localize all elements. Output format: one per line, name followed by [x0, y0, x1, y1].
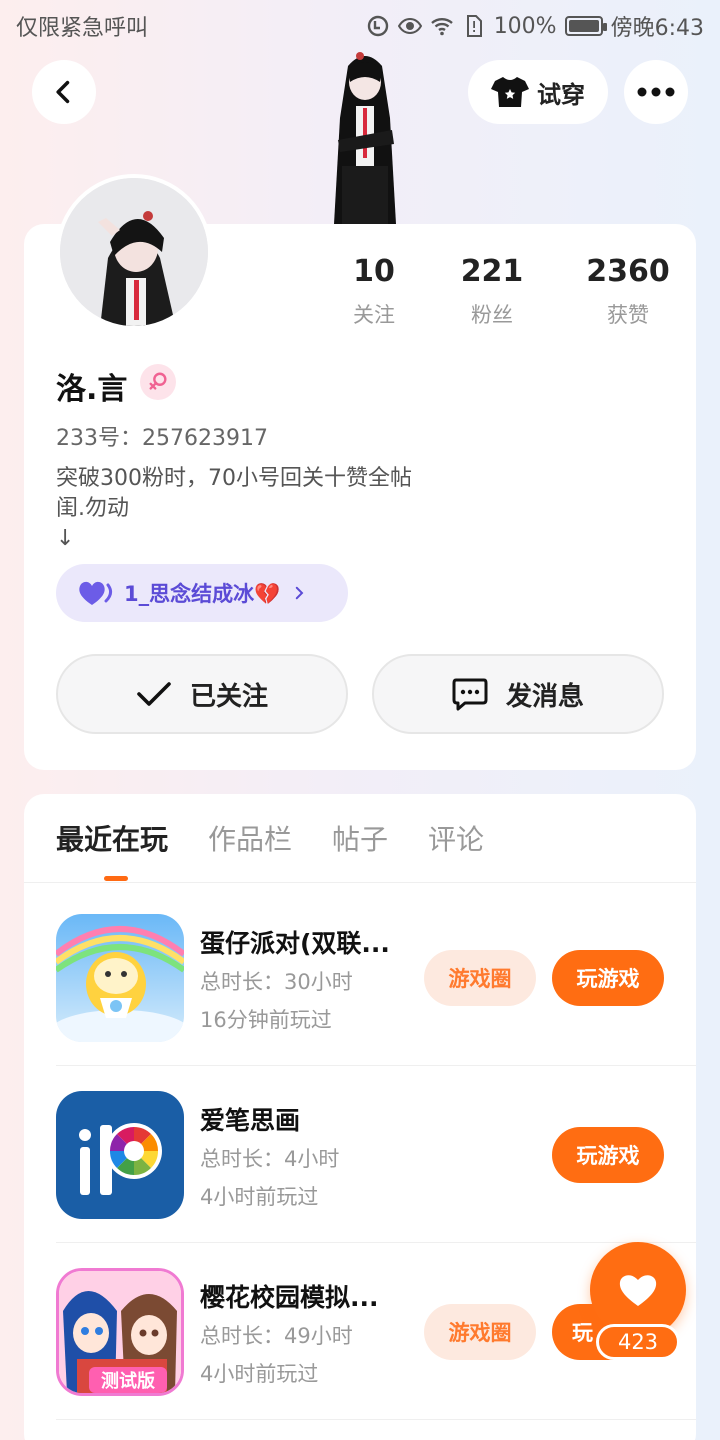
tab-comments[interactable]: 评论 [428, 818, 484, 858]
game-name: 樱花校园模拟... [200, 1283, 379, 1312]
active-tab-indicator [104, 876, 128, 881]
stat-followers[interactable]: 221 粉丝 [424, 254, 560, 329]
wifi-icon [430, 18, 453, 36]
stat-value: 221 [460, 254, 524, 289]
try-on-button[interactable]: 试穿 [468, 60, 608, 124]
avatar-figure [334, 52, 396, 224]
sim-alert-icon [466, 15, 482, 37]
status-icons: 100% 傍晚6:43 [366, 10, 704, 42]
row-divider [56, 1242, 696, 1243]
user-bio: 突破300粉时，70小号回关十赞全帖 闺.勿动 ↓ [56, 466, 412, 551]
game-row[interactable]: 蛋仔派对(双联... 总时长：30小时 16分钟前玩过 游戏圈 玩游戏 [56, 890, 696, 1066]
stat-label: 粉丝 [471, 303, 513, 327]
game-last-played: 4小时前玩过 [200, 1362, 319, 1386]
row-divider [56, 1419, 696, 1420]
username: 洛.言 [56, 372, 128, 407]
heart-icon [619, 1275, 657, 1306]
game-duration: 总时长：49小时 [200, 1324, 353, 1348]
profile-stats: 10 关注 221 粉丝 2360 获赞 [324, 254, 696, 329]
stat-label: 关注 [353, 303, 395, 327]
stat-label: 获赞 [607, 303, 649, 327]
profile-tabs: 最近在玩 作品栏 帖子 评论 [56, 818, 484, 858]
tab-posts[interactable]: 帖子 [332, 818, 388, 858]
row-divider [56, 1065, 696, 1066]
profile-tag-chip[interactable]: 1_思念结成冰💔 [56, 564, 348, 622]
eye-icon [397, 17, 422, 35]
game-last-played: 16分钟前玩过 [200, 1008, 332, 1032]
game-row[interactable]: 爱笔思画 总时长：4小时 4小时前玩过 玩游戏 [56, 1067, 696, 1243]
message-button[interactable]: 发消息 [372, 654, 664, 734]
follow-button[interactable]: 已关注 [56, 654, 348, 734]
tabs-divider [24, 882, 696, 883]
battery-icon [564, 16, 607, 36]
status-bar: 仅限紧急呼叫 100% 傍晚6:43 [0, 0, 720, 50]
tab-works[interactable]: 作品栏 [208, 818, 292, 858]
purple-heart-icon [79, 581, 113, 605]
play-game-button[interactable]: 玩游戏 [552, 950, 664, 1006]
game-icon-ibis-paint [56, 1091, 184, 1219]
tshirt-icon [491, 77, 529, 107]
stat-following[interactable]: 10 关注 [324, 254, 424, 329]
try-on-label: 试穿 [537, 80, 585, 109]
more-button[interactable] [624, 60, 688, 124]
play-game-button[interactable]: 玩游戏 [552, 1127, 664, 1183]
avatar-image [60, 178, 208, 326]
stat-value: 10 [353, 254, 395, 289]
game-last-played: 4小时前玩过 [200, 1185, 319, 1209]
check-icon [137, 682, 171, 706]
chevron-left-icon [56, 80, 70, 104]
stat-value: 2360 [586, 254, 670, 289]
game-icon-sakura-school: 测试版 [56, 1268, 184, 1396]
game-duration: 总时长：4小时 [200, 1147, 340, 1171]
game-icon-eggy-party [56, 914, 184, 1042]
game-circle-button[interactable]: 游戏圈 [424, 1304, 536, 1360]
avatar[interactable] [56, 174, 212, 330]
follow-label: 已关注 [189, 681, 268, 712]
clock: 傍晚6:43 [610, 16, 704, 41]
game-name: 蛋仔派对(双联... [200, 929, 390, 958]
carrier-text: 仅限紧急呼叫 [16, 16, 149, 41]
more-dots-icon [637, 87, 675, 97]
data-saver-icon [367, 15, 388, 37]
back-button[interactable] [32, 60, 96, 124]
battery-percent: 100% [493, 13, 557, 39]
female-icon [149, 372, 167, 390]
stat-likes[interactable]: 2360 获赞 [560, 254, 696, 329]
game-circle-button[interactable]: 游戏圈 [424, 950, 536, 1006]
chat-bubble-icon [452, 678, 488, 711]
like-count: 423 [596, 1324, 680, 1360]
message-label: 发消息 [505, 681, 584, 712]
tag-label: 1_思念结成冰💔 [124, 582, 281, 606]
game-duration: 总时长：30小时 [200, 970, 353, 994]
chevron-right-icon [296, 586, 304, 600]
tab-recently-played[interactable]: 最近在玩 [56, 818, 168, 858]
game-name: 爱笔思画 [200, 1106, 301, 1135]
test-version-badge: 测试版 [101, 1370, 155, 1392]
gender-badge [140, 364, 176, 400]
user-id: 233号：257623917 [56, 426, 268, 451]
